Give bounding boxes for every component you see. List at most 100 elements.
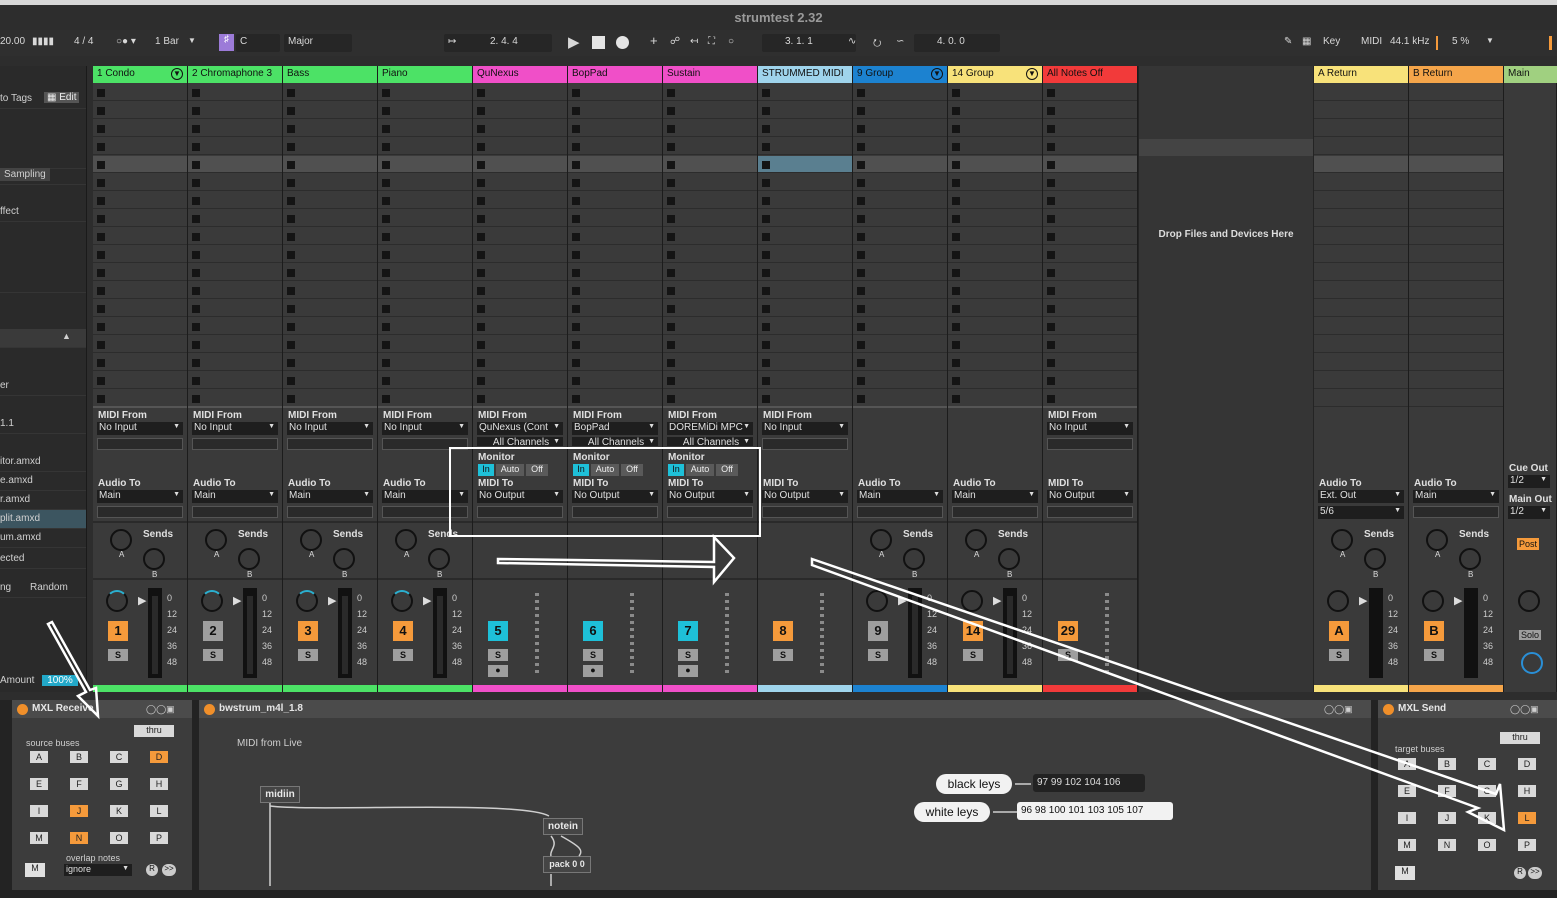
clip-slot[interactable] <box>568 390 662 407</box>
scale-mode-icon[interactable]: ♯ <box>219 34 234 51</box>
computer-keyboard-icon[interactable]: ▦ <box>1302 36 1311 47</box>
stop-clip-icon[interactable] <box>572 287 580 295</box>
clip-slot[interactable] <box>473 246 567 263</box>
cpu-chevron-icon[interactable]: ▼ <box>1486 36 1494 45</box>
clip-slot[interactable] <box>758 300 852 317</box>
clip-slot[interactable] <box>1043 210 1137 227</box>
clip-slot[interactable] <box>568 84 662 101</box>
clip-slot[interactable] <box>93 120 187 137</box>
stop-clip-icon[interactable] <box>762 197 770 205</box>
stop-clip-icon[interactable] <box>1047 341 1055 349</box>
stop-clip-icon[interactable] <box>287 323 295 331</box>
browser-filter-row[interactable]: ng Random <box>0 579 86 598</box>
clip-slot[interactable] <box>283 192 377 209</box>
browser-item[interactable]: e.amxd <box>0 472 86 491</box>
clip-slot[interactable] <box>378 102 472 119</box>
clip-slot[interactable] <box>853 174 947 191</box>
output-channel-field[interactable] <box>287 506 373 518</box>
clip-slot[interactable] <box>948 354 1042 371</box>
browser-tags-row[interactable]: to Tags ▦ Edit <box>0 90 86 109</box>
stop-clip-icon[interactable] <box>477 125 485 133</box>
stop-clip-icon[interactable] <box>287 161 295 169</box>
bus-button-c[interactable]: C <box>110 751 128 763</box>
stop-clip-icon[interactable] <box>762 305 770 313</box>
clip-slot[interactable] <box>568 120 662 137</box>
arm-icon[interactable]: ● <box>583 665 603 677</box>
clip-slot[interactable] <box>93 156 187 173</box>
clip-slot[interactable] <box>1043 228 1137 245</box>
track-activator[interactable]: 2 <box>203 621 223 641</box>
clip-slot[interactable] <box>1043 336 1137 353</box>
clip-slot[interactable] <box>378 84 472 101</box>
browser-divider-row[interactable]: ▲ <box>0 329 86 348</box>
stop-clip-icon[interactable] <box>192 143 200 151</box>
output-select[interactable]: Main <box>952 490 1038 503</box>
clip-slot[interactable] <box>948 264 1042 281</box>
stop-clip-icon[interactable] <box>762 125 770 133</box>
solo-button[interactable]: S <box>963 649 983 661</box>
stop-clip-icon[interactable] <box>857 215 865 223</box>
clip-slot[interactable] <box>853 210 947 227</box>
stop-clip-icon[interactable] <box>97 89 105 97</box>
send-b-knob[interactable] <box>428 548 450 570</box>
clip-slot[interactable] <box>283 156 377 173</box>
stop-clip-icon[interactable] <box>97 341 105 349</box>
volume-fader[interactable] <box>1369 588 1383 678</box>
clip-slot[interactable] <box>378 246 472 263</box>
clip-slot[interactable] <box>473 120 567 137</box>
stop-clip-icon[interactable] <box>572 233 580 241</box>
midi-map-button[interactable]: MIDI <box>1361 36 1382 47</box>
send-a-knob[interactable] <box>300 529 322 551</box>
output-channel-field[interactable] <box>1047 506 1133 518</box>
stop-clip-icon[interactable] <box>192 341 200 349</box>
send-b-knob[interactable] <box>1459 548 1481 570</box>
solo-button[interactable]: S <box>1058 649 1078 661</box>
stop-clip-icon[interactable] <box>762 107 770 115</box>
stop-clip-icon[interactable] <box>97 305 105 313</box>
stop-clip-icon[interactable] <box>572 305 580 313</box>
clip-slot[interactable] <box>93 354 187 371</box>
clip-slot[interactable] <box>948 246 1042 263</box>
stop-clip-icon[interactable] <box>572 179 580 187</box>
stop-clip-icon[interactable] <box>287 215 295 223</box>
stop-clip-icon[interactable] <box>667 143 675 151</box>
clip-slot[interactable] <box>188 138 282 155</box>
solo-button[interactable]: S <box>108 649 128 661</box>
stop-clip-icon[interactable] <box>952 395 960 403</box>
midi-from-select[interactable]: No Input <box>762 422 848 435</box>
clip-slot[interactable] <box>758 372 852 389</box>
stop-clip-icon[interactable] <box>477 287 485 295</box>
stop-clip-icon[interactable] <box>667 395 675 403</box>
stop-clip-icon[interactable] <box>192 215 200 223</box>
clip-slot[interactable] <box>283 354 377 371</box>
output-channel-field[interactable] <box>857 506 943 518</box>
stop-clip-icon[interactable] <box>192 287 200 295</box>
stop-clip-icon[interactable] <box>1047 125 1055 133</box>
browser-item-selected[interactable]: plit.amxd <box>0 510 86 529</box>
clip-slot[interactable] <box>663 192 757 209</box>
send-a-knob[interactable] <box>1426 529 1448 551</box>
stop-clip-icon[interactable] <box>857 89 865 97</box>
stop-clip-icon[interactable] <box>287 305 295 313</box>
stop-clip-icon[interactable] <box>762 359 770 367</box>
stop-clip-icon[interactable] <box>1047 143 1055 151</box>
clip-slot[interactable] <box>853 228 947 245</box>
stop-clip-icon[interactable] <box>572 269 580 277</box>
clip-slot[interactable] <box>568 318 662 335</box>
clip-slot[interactable] <box>568 336 662 353</box>
stop-clip-icon[interactable] <box>857 287 865 295</box>
clip-slot[interactable] <box>948 372 1042 389</box>
track-header[interactable]: All Notes Off <box>1043 66 1137 83</box>
midi-channel-select[interactable]: All Channels <box>572 437 658 446</box>
stop-clip-icon[interactable] <box>952 179 960 187</box>
stop-clip-icon[interactable] <box>952 125 960 133</box>
stop-clip-icon[interactable] <box>477 143 485 151</box>
stop-clip-icon[interactable] <box>287 395 295 403</box>
stop-clip-icon[interactable] <box>1047 89 1055 97</box>
clip-slot[interactable] <box>853 102 947 119</box>
stop-clip-icon[interactable] <box>857 341 865 349</box>
stop-clip-icon[interactable] <box>477 323 485 331</box>
browser-item[interactable]: ected <box>0 550 86 569</box>
stop-clip-icon[interactable] <box>1047 395 1055 403</box>
stop-clip-icon[interactable] <box>952 287 960 295</box>
